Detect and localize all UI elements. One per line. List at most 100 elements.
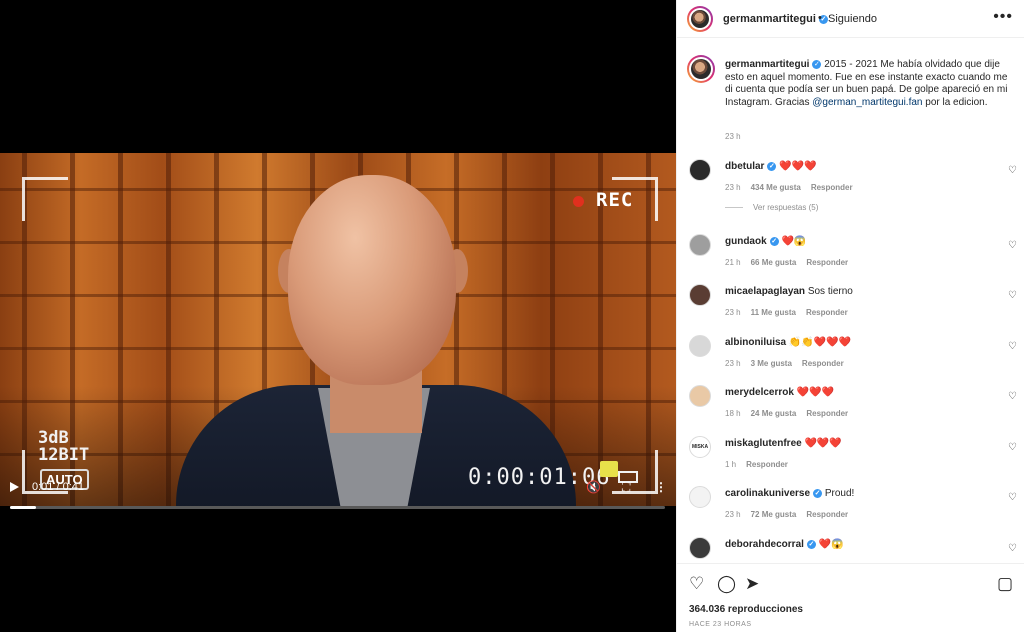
comment-likes[interactable]: 24 Me gusta: [751, 409, 797, 418]
reply-button[interactable]: Responder: [806, 510, 848, 519]
heart-icon[interactable]: ♡: [689, 574, 704, 594]
comment-time: 23 h: [725, 308, 741, 317]
verified-icon: ✓: [813, 488, 823, 498]
comment-content: carolinakuniverse ✓ Proud!: [725, 488, 854, 499]
comment-text: Proud!: [824, 488, 855, 499]
comment-likes[interactable]: 11 Me gusta: [751, 308, 796, 317]
comment-row: dbetular ✓ ❤️❤️❤️ 23 h 434 Me gusta Responde…: [677, 159, 1024, 212]
comment-like-icon[interactable]: ♡: [1008, 391, 1017, 402]
comment-time: 21 h: [725, 258, 741, 267]
rec-dot-icon: [573, 196, 584, 207]
comment-like-icon[interactable]: ♡: [1008, 442, 1017, 453]
comment-like-icon[interactable]: ♡: [1008, 240, 1017, 251]
viewfinder-corner: [22, 177, 68, 221]
comment-time: 23 h: [725, 510, 741, 519]
commenter-avatar[interactable]: [689, 159, 711, 181]
caption-username[interactable]: germanmartitegui: [725, 59, 809, 70]
comment-content: dbetular ✓ ❤️❤️❤️: [725, 161, 817, 172]
reply-button[interactable]: Responder: [806, 258, 848, 267]
comment-time: 23 h: [725, 359, 741, 368]
following-button[interactable]: Siguiendo: [828, 13, 877, 25]
comment-icon[interactable]: ◯: [717, 574, 736, 594]
commenter-username[interactable]: miskaglutenfree: [725, 438, 802, 449]
verified-icon: ✓: [769, 236, 779, 246]
comment-text: Sos tierno: [807, 286, 853, 297]
comment-content: deborahdecorral ✓ ❤️😱: [725, 539, 844, 550]
caption-mention-link[interactable]: @german_martitegui.fan: [812, 97, 922, 108]
post-sidebar: germanmartitegui ✓ • Siguiendo ••• german…: [676, 0, 1024, 632]
commenter-avatar[interactable]: [689, 335, 711, 357]
video-progress-fill: [10, 506, 37, 509]
commenter-username[interactable]: merydelcerrok: [725, 387, 794, 398]
commenter-avatar[interactable]: MISKA: [689, 436, 711, 458]
play-icon[interactable]: [10, 482, 19, 492]
comment-content: micaelapaglayan Sos tierno: [725, 286, 853, 297]
comment-likes[interactable]: 3 Me gusta: [751, 359, 792, 368]
comments-list[interactable]: germanmartitegui ✓ 2015 - 2021 Me había o…: [677, 39, 1024, 563]
video-player[interactable]: REC 3dB 12BIT AUTO 0:00:01:06 0:01 / 0:4…: [0, 0, 676, 632]
share-icon[interactable]: ➤: [745, 574, 759, 594]
comment-time: 18 h: [725, 409, 741, 418]
commenter-avatar[interactable]: [689, 537, 711, 559]
commenter-username[interactable]: dbetular: [725, 161, 764, 172]
comment-content: gundaok ✓ ❤️😱: [725, 236, 806, 247]
comment-text: ❤️❤️❤️: [796, 387, 835, 398]
commenter-avatar[interactable]: [689, 385, 711, 407]
fullscreen-icon[interactable]: ⛶: [622, 481, 630, 493]
comment-row: micaelapaglayan Sos tierno 23 h 11 Me gust…: [677, 284, 1024, 334]
comment-row: merydelcerrok ❤️❤️❤️ 18 h 24 Me gusta Respo…: [677, 385, 1024, 435]
more-icon[interactable]: ⋮: [655, 481, 667, 493]
comment-text: 👏👏❤️❤️❤️: [788, 337, 852, 348]
reply-button[interactable]: Responder: [746, 460, 788, 469]
bookmark-icon[interactable]: ▢: [997, 574, 1013, 594]
reply-button[interactable]: Responder: [811, 183, 853, 192]
video-progress-bar[interactable]: [10, 506, 665, 509]
header-separator: •: [818, 12, 822, 24]
comment-likes[interactable]: 72 Me gusta: [751, 510, 797, 519]
author-username[interactable]: germanmartitegui ✓: [723, 13, 828, 25]
more-options-icon[interactable]: •••: [993, 8, 1013, 26]
commenter-avatar[interactable]: [689, 284, 711, 306]
comment-text: ❤️😱: [818, 539, 844, 550]
comment-meta: 18 h 24 Me gusta Responder: [725, 409, 858, 418]
video-controls: 0:01 / 0:41 🔇 ⛶ ⋮: [0, 478, 676, 518]
comment-text: ❤️😱: [781, 236, 807, 247]
commenter-username[interactable]: deborahdecorral: [725, 539, 804, 550]
rec-label: REC: [596, 189, 634, 211]
commenter-username[interactable]: micaelapaglayan: [725, 286, 805, 297]
comment-meta: 23 h 434 Me gusta Responder: [725, 183, 863, 192]
comment-like-icon[interactable]: ♡: [1008, 165, 1017, 176]
comment-row: albinoniluisa 👏👏❤️❤️❤️ 23 h 3 Me gusta Resp…: [677, 335, 1024, 385]
caption-author-avatar[interactable]: [687, 55, 715, 83]
comment-like-icon[interactable]: ♡: [1008, 341, 1017, 352]
commenter-avatar[interactable]: [689, 234, 711, 256]
reply-button[interactable]: Responder: [806, 308, 848, 317]
comment-row: gundaok ✓ ❤️😱 21 h 66 Me gusta Responder ♡: [677, 234, 1024, 284]
comment-like-icon[interactable]: ♡: [1008, 492, 1017, 503]
view-count: 364.036 reproducciones: [689, 604, 803, 615]
comment-like-icon[interactable]: ♡: [1008, 543, 1017, 554]
commenter-username[interactable]: albinoniluisa: [725, 337, 786, 348]
commenter-username[interactable]: carolinakuniverse: [725, 488, 810, 499]
comment-row: deborahdecorral ✓ ❤️😱 ♡: [677, 537, 1024, 563]
commenter-avatar[interactable]: [689, 486, 711, 508]
mute-icon[interactable]: 🔇: [586, 481, 601, 493]
instagram-post-modal: REC 3dB 12BIT AUTO 0:00:01:06 0:01 / 0:4…: [0, 0, 1024, 632]
comment-like-icon[interactable]: ♡: [1008, 290, 1017, 301]
view-replies-button[interactable]: Ver respuestas (5): [725, 203, 818, 212]
post-age: HACE 23 HORAS: [689, 621, 752, 628]
reply-button[interactable]: Responder: [806, 409, 848, 418]
author-avatar[interactable]: [687, 6, 713, 32]
caption-timestamp: 23 h: [725, 132, 741, 141]
comment-meta: 1 h Responder: [725, 460, 798, 469]
reply-button[interactable]: Responder: [802, 359, 844, 368]
comment-row: carolinakuniverse ✓ Proud! 23 h 72 Me gusta…: [677, 486, 1024, 536]
comment-meta: 23 h 72 Me gusta Responder: [725, 510, 858, 519]
video-time: 0:01 / 0:41: [32, 481, 84, 493]
comment-likes[interactable]: 434 Me gusta: [751, 183, 801, 192]
comment-time: 1 h: [725, 460, 737, 469]
comment-likes[interactable]: 66 Me gusta: [751, 258, 797, 267]
audio-bit-text: 12BIT: [38, 445, 90, 465]
commenter-username[interactable]: gundaok: [725, 236, 767, 247]
video-frame[interactable]: REC 3dB 12BIT AUTO 0:00:01:06: [0, 153, 676, 506]
